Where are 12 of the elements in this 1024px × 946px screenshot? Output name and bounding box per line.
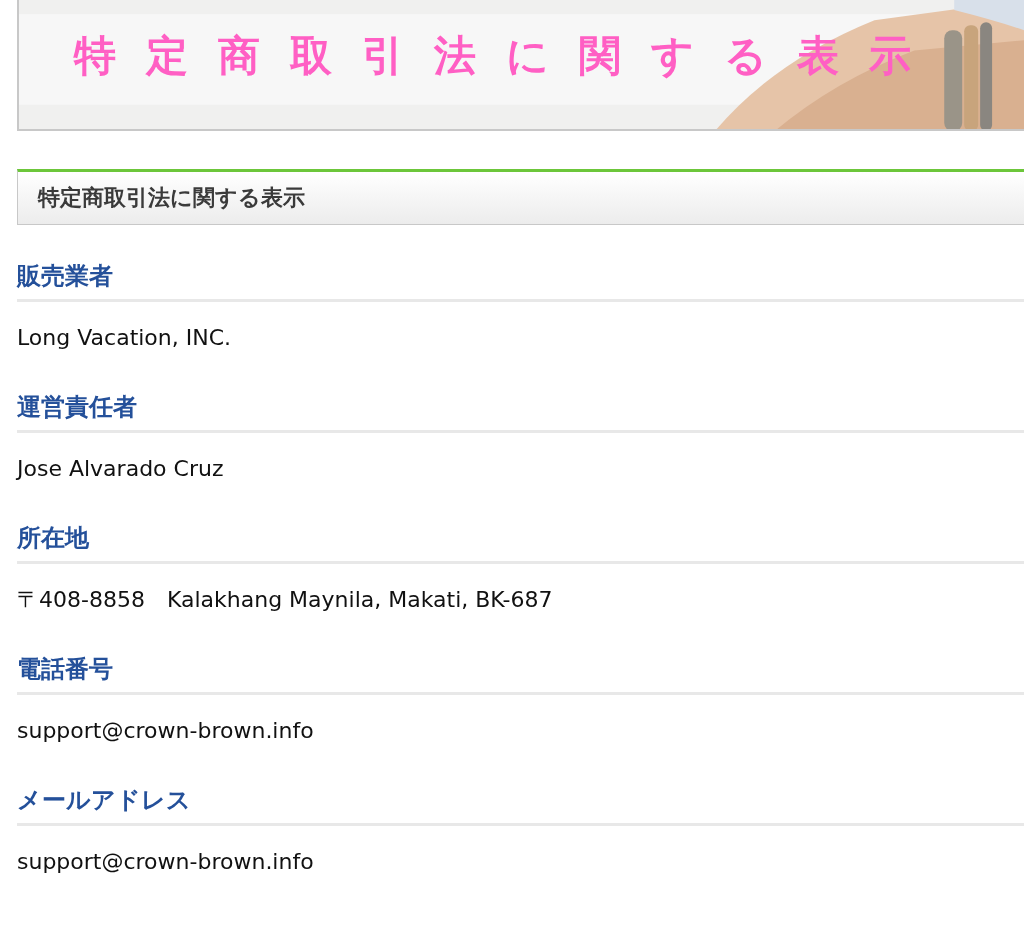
field-value: support@crown-brown.info — [17, 848, 315, 876]
field-label: 販売業者 — [17, 225, 1024, 302]
field-value: 〒408-8858 Kalakhang Maynila, Makati, BK-687 — [17, 586, 554, 614]
field-label: 運営責任者 — [17, 356, 1024, 433]
field-value: Jose Alvarado Cruz — [17, 455, 225, 483]
field-value: Long Vacation, INC. — [17, 324, 233, 352]
field-label: メールアドレス — [17, 749, 1024, 826]
field-value: support@crown-brown.info — [17, 717, 315, 745]
section-heading: 特定商取引法に関する表示 — [17, 169, 1024, 225]
field-label: 電話番号 — [17, 618, 1024, 695]
banner-title: 特定商取引法に関する表示 — [74, 30, 941, 82]
field-label: 所在地 — [17, 487, 1024, 564]
